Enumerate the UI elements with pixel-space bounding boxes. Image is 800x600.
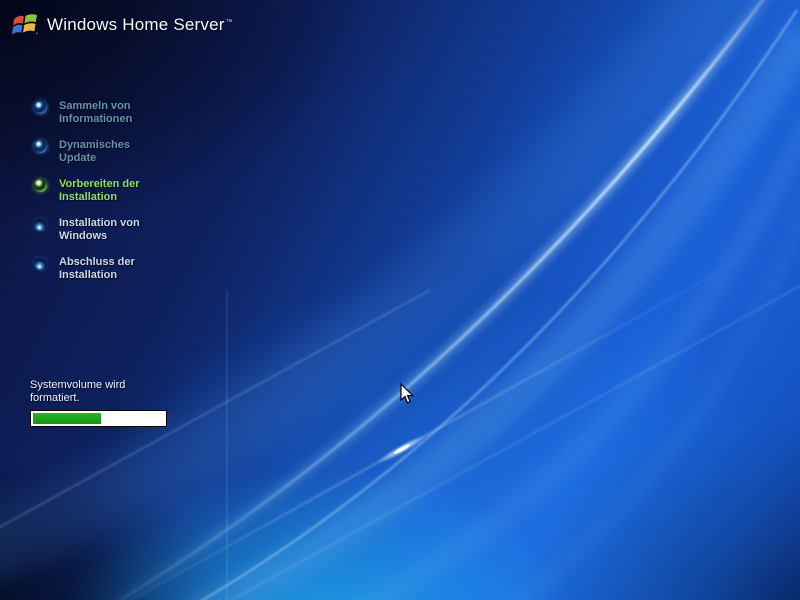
step-label: Dynamisches Update xyxy=(59,139,130,165)
step-collecting-information: Sammeln von Informationen xyxy=(34,100,224,126)
step-status-orb-icon xyxy=(34,257,47,270)
step-label: Vorbereiten der Installation xyxy=(59,178,140,204)
logo-text: Windows Home Server™ xyxy=(47,15,233,35)
mouse-cursor-icon xyxy=(400,383,414,405)
step-preparing-installation: Vorbereiten der Installation xyxy=(34,178,224,204)
step-finalizing-installation: Abschluss der Installation xyxy=(34,256,224,282)
progress-fill xyxy=(33,413,101,424)
step-label: Abschluss der Installation xyxy=(59,256,135,282)
trademark-symbol: ™ xyxy=(226,19,233,26)
format-progress-bar xyxy=(30,410,167,427)
status-text: Systemvolume wird formatiert. xyxy=(30,379,125,405)
step-label: Installation von Windows xyxy=(59,217,140,243)
setup-screen: Windows Home Server™ Sammeln von Informa… xyxy=(0,0,800,600)
windows-flag-icon xyxy=(10,11,40,39)
windows-home-server-logo: Windows Home Server™ xyxy=(10,11,233,39)
step-label: Sammeln von Informationen xyxy=(59,100,132,126)
step-status-orb-icon xyxy=(34,140,47,153)
step-dynamic-update: Dynamisches Update xyxy=(34,139,224,165)
step-status-orb-icon xyxy=(34,218,47,231)
step-status-orb-icon xyxy=(34,179,47,192)
step-installing-windows: Installation von Windows xyxy=(34,217,224,243)
step-status-orb-icon xyxy=(34,101,47,114)
